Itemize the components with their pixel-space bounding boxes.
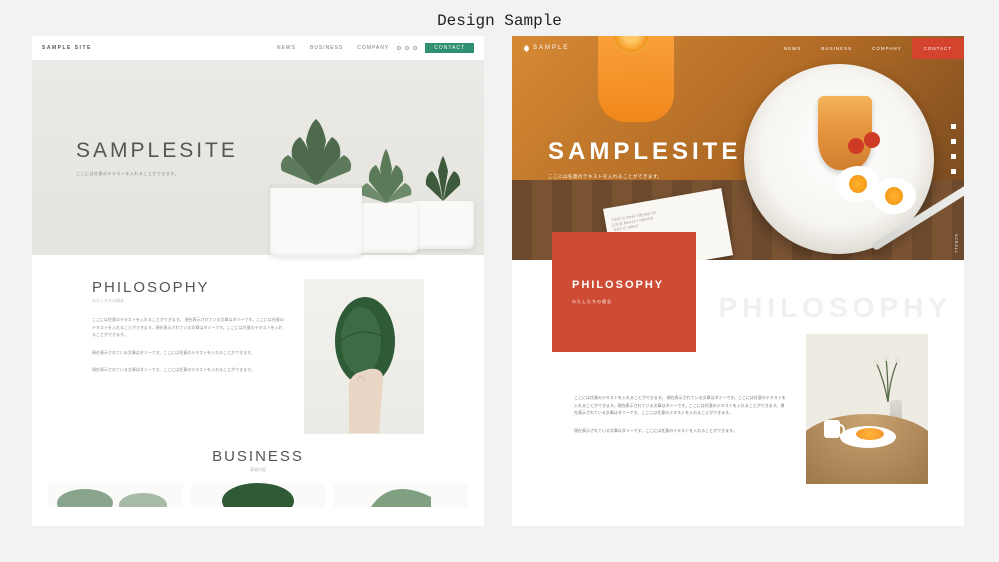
right-hero-title: SAMPLESITE (548, 138, 741, 166)
twitter-icon[interactable] (951, 154, 956, 159)
facebook-icon[interactable] (951, 124, 956, 129)
left-hero-title: SAMPLESITE (76, 139, 238, 163)
left-hero-subtitle: ここには任意のテキストを入れることができます。 (76, 171, 238, 177)
left-philosophy-subtitle: わたしたちの理念 (92, 298, 284, 304)
sample-right: THIS IS WHAT BEING IN LOVE REALLY MEANS … (512, 36, 964, 526)
right-philosophy-bg-text: PHILOSOPHY (718, 292, 952, 324)
flower-vase-icon (868, 356, 908, 402)
right-philosophy-box: PHILOSOPHY わたしたちの理念 (552, 232, 696, 352)
tomato-icon (848, 138, 864, 154)
left-header: SAMPLE SITE NEWS BUSINESS COMPANY CONTAC… (32, 36, 484, 60)
right-nav-news[interactable]: NEWS (774, 38, 812, 59)
left-philosophy-p2: 現在表示されている文章はダミーです。ここには任意のテキストを入れることができます… (92, 349, 284, 357)
left-philosophy-p3: 現在表示されている文章はダミーです。ここには任意のテキストを入れることができます… (92, 366, 284, 374)
leaf-icon (523, 44, 530, 51)
left-nav-company[interactable]: COMPANY (357, 45, 389, 51)
page-title: Design Sample (0, 0, 999, 36)
right-nav-business[interactable]: BUSINESS (811, 38, 862, 59)
plant-pots-image (270, 185, 474, 257)
instagram-icon[interactable] (413, 46, 417, 50)
samples-row: SAMPLE SITE NEWS BUSINESS COMPANY CONTAC… (0, 36, 999, 546)
right-logo[interactable]: SAMPLE (524, 45, 569, 51)
right-body: ここには任意のテキストを入れることができます。 現在表示されている文章はダミーで… (512, 382, 964, 484)
scroll-indicator: SCROLL (954, 234, 958, 254)
youtube-icon[interactable] (951, 169, 956, 174)
facebook-icon[interactable] (397, 46, 401, 50)
right-philosophy-p2: 現在表示されている文章はダミーです。ここには任意のテキストを入れることができます… (574, 427, 786, 435)
right-contact-button[interactable]: CONTACT (912, 38, 964, 59)
right-hero: THIS IS WHAT BEING IN LOVE REALLY MEANS … (512, 36, 964, 260)
twitter-icon[interactable] (405, 46, 409, 50)
left-business-image-2 (191, 483, 326, 507)
left-nav: NEWS BUSINESS COMPANY (277, 45, 389, 51)
left-nav-news[interactable]: NEWS (277, 45, 296, 51)
pancakes-icon (818, 96, 872, 170)
left-social-icons (397, 46, 417, 50)
right-philosophy-p1: ここには任意のテキストを入れることができます。 現在表示されている文章はダミーで… (574, 394, 786, 417)
right-hero-subtitle: ここには任意のテキストを入れることができます。 (548, 174, 741, 180)
tomato-icon (864, 132, 880, 148)
left-philosophy-title: PHILOSOPHY (92, 279, 284, 296)
breakfast-plate-icon (840, 426, 896, 448)
right-header: SAMPLE NEWS BUSINESS COMPANY CONTACT (512, 36, 964, 60)
sample-left: SAMPLE SITE NEWS BUSINESS COMPANY CONTAC… (32, 36, 484, 526)
left-business-image-1 (48, 483, 183, 507)
left-hero: SAMPLESITE ここには任意のテキストを入れることができます。 (32, 60, 484, 255)
right-body-image (806, 334, 928, 484)
right-philosophy-subtitle: わたしたちの理念 (572, 299, 696, 305)
left-nav-business[interactable]: BUSINESS (310, 45, 343, 51)
mug-icon (824, 420, 840, 438)
left-contact-button[interactable]: CONTACT (425, 43, 474, 53)
right-nav: NEWS BUSINESS COMPANY (774, 38, 912, 59)
instagram-icon[interactable] (951, 139, 956, 144)
left-philosophy-image (304, 279, 424, 434)
left-philosophy-section: PHILOSOPHY わたしたちの理念 ここには任意のテキストを入れることができ… (32, 255, 484, 444)
left-business-section: BUSINESS 事業内容 (32, 444, 484, 507)
left-business-title: BUSINESS (32, 448, 484, 465)
right-social-icons (951, 124, 956, 174)
left-business-image-3 (333, 483, 468, 507)
right-logo-text: SAMPLE (533, 45, 569, 51)
left-philosophy-p1: ここには任意のテキストを入れることができます。 現在表示されている文章はダミーで… (92, 316, 284, 339)
right-nav-company[interactable]: COMPANY (862, 38, 911, 59)
left-logo[interactable]: SAMPLE SITE (42, 45, 277, 51)
right-philosophy-title: PHILOSOPHY (572, 279, 696, 291)
fried-egg-icon (872, 178, 916, 214)
